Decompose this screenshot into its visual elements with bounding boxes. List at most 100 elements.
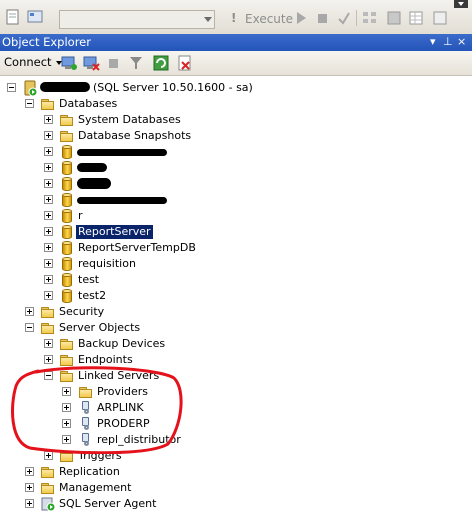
expand-icon[interactable] <box>44 211 53 220</box>
tree-node-server[interactable]: (SQL Server 10.50.1600 - sa) <box>0 80 260 96</box>
tree-node-database-redacted[interactable] <box>0 144 220 160</box>
close-icon[interactable]: × <box>457 35 466 48</box>
tree-node-management[interactable]: Management <box>0 480 200 496</box>
object-explorer-icon[interactable] <box>26 8 44 26</box>
tree-node-database-requisition[interactable]: requisition <box>0 256 220 272</box>
tree-node-database-redacted[interactable] <box>0 176 220 192</box>
tree-node-database-redacted[interactable] <box>0 192 220 208</box>
query-options-icon[interactable] <box>386 10 404 28</box>
tree-node-database-test2[interactable]: test2 <box>0 288 220 304</box>
database-icon <box>59 176 75 192</box>
tree-node-database-r[interactable]: r <box>0 208 220 224</box>
object-explorer-toolbar: Connect <box>0 51 472 76</box>
folder-icon <box>59 112 75 128</box>
tree-node-label: Backup Devices <box>78 337 166 350</box>
expand-icon[interactable] <box>25 499 34 508</box>
tree-node-label: Server Objects <box>59 321 141 334</box>
folder-icon <box>59 128 75 144</box>
tree-node-replication[interactable]: Replication <box>0 464 200 480</box>
tree-node-label: Management <box>59 481 132 494</box>
expand-icon[interactable] <box>25 467 34 476</box>
tree-node-label: r <box>78 209 83 222</box>
panel-title: Object Explorer <box>2 35 91 49</box>
new-query-icon[interactable] <box>4 8 22 26</box>
expand-icon[interactable] <box>25 483 34 492</box>
results-grid-icon[interactable] <box>408 10 426 28</box>
summary-icon[interactable] <box>176 54 194 72</box>
database-icon <box>59 288 75 304</box>
connect-button[interactable]: Connect <box>4 55 62 69</box>
database-icon <box>59 160 75 176</box>
tree-node-database-test[interactable]: test <box>0 272 220 288</box>
object-explorer-tree: (SQL Server 10.50.1600 - sa) Databases S… <box>0 76 472 525</box>
tree-node-backup-devices[interactable]: Backup Devices <box>0 336 220 352</box>
database-icon <box>59 272 75 288</box>
pin-icon[interactable]: ⊥ <box>443 35 453 48</box>
window-position-icon[interactable]: ▾ <box>430 35 436 48</box>
tree-node-sql-server-agent[interactable]: SQL Server Agent <box>0 496 200 512</box>
database-icon <box>59 240 75 256</box>
tree-node-database-snapshots[interactable]: Database Snapshots <box>0 128 220 144</box>
connect-label: Connect <box>4 55 52 69</box>
collapse-icon[interactable] <box>25 99 34 108</box>
folder-icon <box>40 96 56 112</box>
folder-icon <box>40 320 56 336</box>
available-databases-combo[interactable] <box>59 10 215 29</box>
redacted-server-name <box>40 82 90 92</box>
display-plan-icon[interactable] <box>362 10 380 28</box>
server-icon <box>24 80 38 96</box>
folder-icon <box>40 480 56 496</box>
object-explorer-title-bar: Object Explorer ▾ ⊥ × <box>0 34 472 51</box>
toolbar-overflow-icon[interactable] <box>454 0 472 18</box>
database-icon <box>59 224 75 240</box>
expand-icon[interactable] <box>44 355 53 364</box>
expand-icon[interactable] <box>44 147 53 156</box>
database-icon <box>59 144 75 160</box>
connect-icon[interactable] <box>60 54 78 72</box>
collapse-icon[interactable] <box>7 83 16 92</box>
expand-icon[interactable] <box>44 115 53 124</box>
tree-node-label: requisition <box>78 257 136 270</box>
tree-node-server-objects[interactable]: Server Objects <box>0 320 200 336</box>
expand-icon[interactable] <box>44 179 53 188</box>
tree-node-system-databases[interactable]: System Databases <box>0 112 220 128</box>
expand-icon[interactable] <box>44 243 53 252</box>
tree-node-label-selected: ReportServer <box>76 225 153 239</box>
redacted-database-name <box>77 197 167 204</box>
tree-node-label: ReportServerTempDB <box>78 241 196 254</box>
expand-icon[interactable] <box>25 307 34 316</box>
redacted-database-name <box>77 163 107 172</box>
expand-icon[interactable] <box>44 163 53 172</box>
stop-icon[interactable] <box>106 55 124 73</box>
expand-icon[interactable] <box>44 339 53 348</box>
tree-node-security[interactable]: Security <box>0 304 200 320</box>
expand-icon[interactable] <box>44 291 53 300</box>
tree-node-label: (SQL Server 10.50.1600 - sa) <box>93 81 253 94</box>
tree-node-label: System Databases <box>78 113 181 126</box>
expand-icon[interactable] <box>44 275 53 284</box>
tree-node-label: Databases <box>59 97 118 110</box>
filter-icon[interactable] <box>128 55 146 73</box>
tree-node-database-reportservertempdb[interactable]: ReportServerTempDB <box>0 240 220 256</box>
expand-icon[interactable] <box>44 195 53 204</box>
folder-icon <box>40 304 56 320</box>
expand-icon[interactable] <box>44 131 53 140</box>
execute-icon: ! <box>231 11 237 25</box>
cancel-query-icon[interactable] <box>316 10 334 28</box>
annotation-circle <box>11 366 183 454</box>
tree-node-label: SQL Server Agent <box>59 497 157 510</box>
tree-node-label: Security <box>59 305 105 318</box>
tree-node-database-redacted[interactable] <box>0 160 220 176</box>
debug-icon[interactable] <box>294 10 312 28</box>
refresh-icon[interactable] <box>152 54 170 72</box>
expand-icon[interactable] <box>44 259 53 268</box>
tree-node-label: Replication <box>59 465 120 478</box>
tree-node-databases[interactable]: Databases <box>0 96 200 112</box>
tree-node-database-reportserver[interactable]: ReportServer <box>0 224 220 240</box>
parse-icon[interactable] <box>337 10 355 28</box>
collapse-icon[interactable] <box>25 323 34 332</box>
expand-icon[interactable] <box>44 227 53 236</box>
disconnect-icon[interactable] <box>82 54 100 72</box>
results-text-icon[interactable] <box>432 10 450 28</box>
database-icon <box>59 208 75 224</box>
